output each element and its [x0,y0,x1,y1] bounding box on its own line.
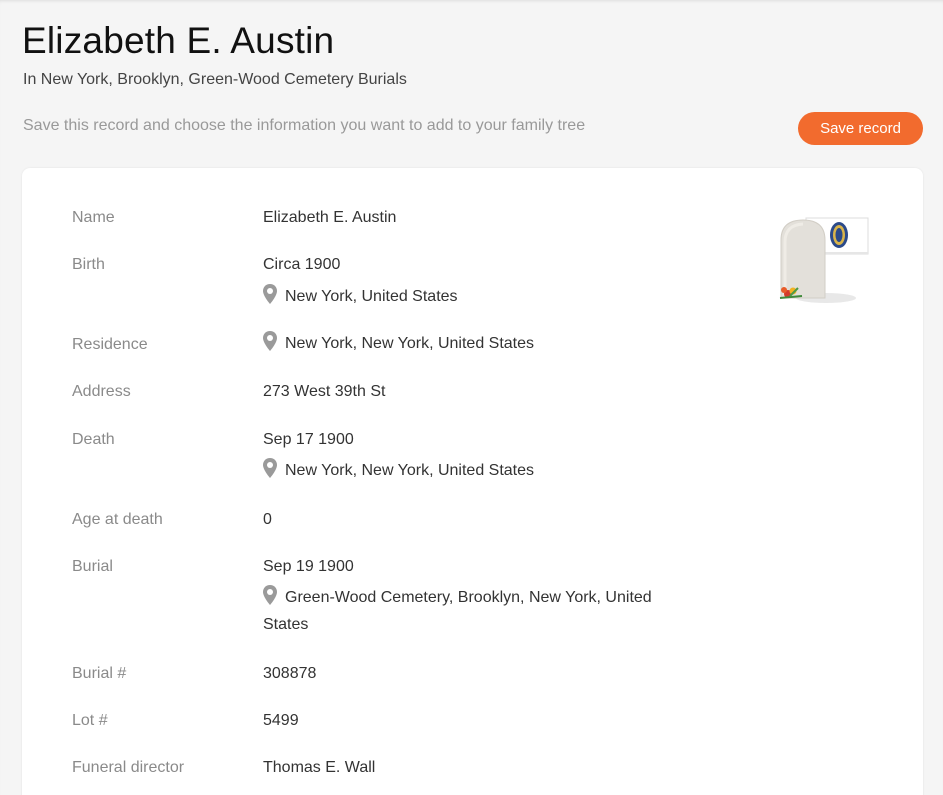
place-text: New York, United States [285,288,458,305]
place-line: New York, United States [263,283,703,310]
save-hint-text: Save this record and choose the informat… [23,117,586,134]
place-line: New York, New York, United States [263,457,703,484]
field-label: Burial # [72,665,127,682]
place-text-continued: States [263,616,309,633]
field-label: Burial [72,558,113,575]
page-title: Elizabeth E. Austin [22,20,335,61]
field-value: 0 [263,511,272,528]
field-label: Birth [72,256,105,273]
place-line: Green-Wood Cemetery, Brooklyn, New York,… [263,584,703,638]
location-pin-icon [263,585,277,605]
place-text: New York, New York, United States [285,462,535,479]
field-label: Residence [72,336,148,353]
field-label: Funeral director [72,759,185,776]
collection-subtitle: In New York, Brooklyn, Green-Wood Cemete… [23,71,407,88]
field-value: 273 West 39th St [263,383,386,400]
field-value: Sep 17 1900 [263,431,354,448]
place-line: New York, New York, United States [263,330,703,357]
field-value: Sep 19 1900 [263,558,354,575]
location-pin-icon [263,284,277,304]
record-page: Elizabeth E. Austin In New York, Brookly… [0,0,943,795]
field-value: 5499 [263,712,299,729]
field-label: Name [72,209,115,226]
location-pin-icon [263,458,277,478]
field-label: Address [72,383,131,400]
field-label: Death [72,431,115,448]
place-text: Green-Wood Cemetery, Brooklyn, New York,… [285,589,652,606]
field-label: Lot # [72,712,108,729]
place-text: New York, New York, United States [285,335,535,352]
save-record-button[interactable]: Save record [798,112,923,145]
field-label: Age at death [72,511,163,528]
field-value: Elizabeth E. Austin [263,209,397,226]
gravestone-flag-icon [779,217,869,303]
field-value: 308878 [263,665,317,682]
field-value: Thomas E. Wall [263,759,376,776]
record-card: Name Elizabeth E. Austin Birth Circa 190… [22,168,923,795]
field-value: Circa 1900 [263,256,341,273]
location-pin-icon [263,331,277,351]
